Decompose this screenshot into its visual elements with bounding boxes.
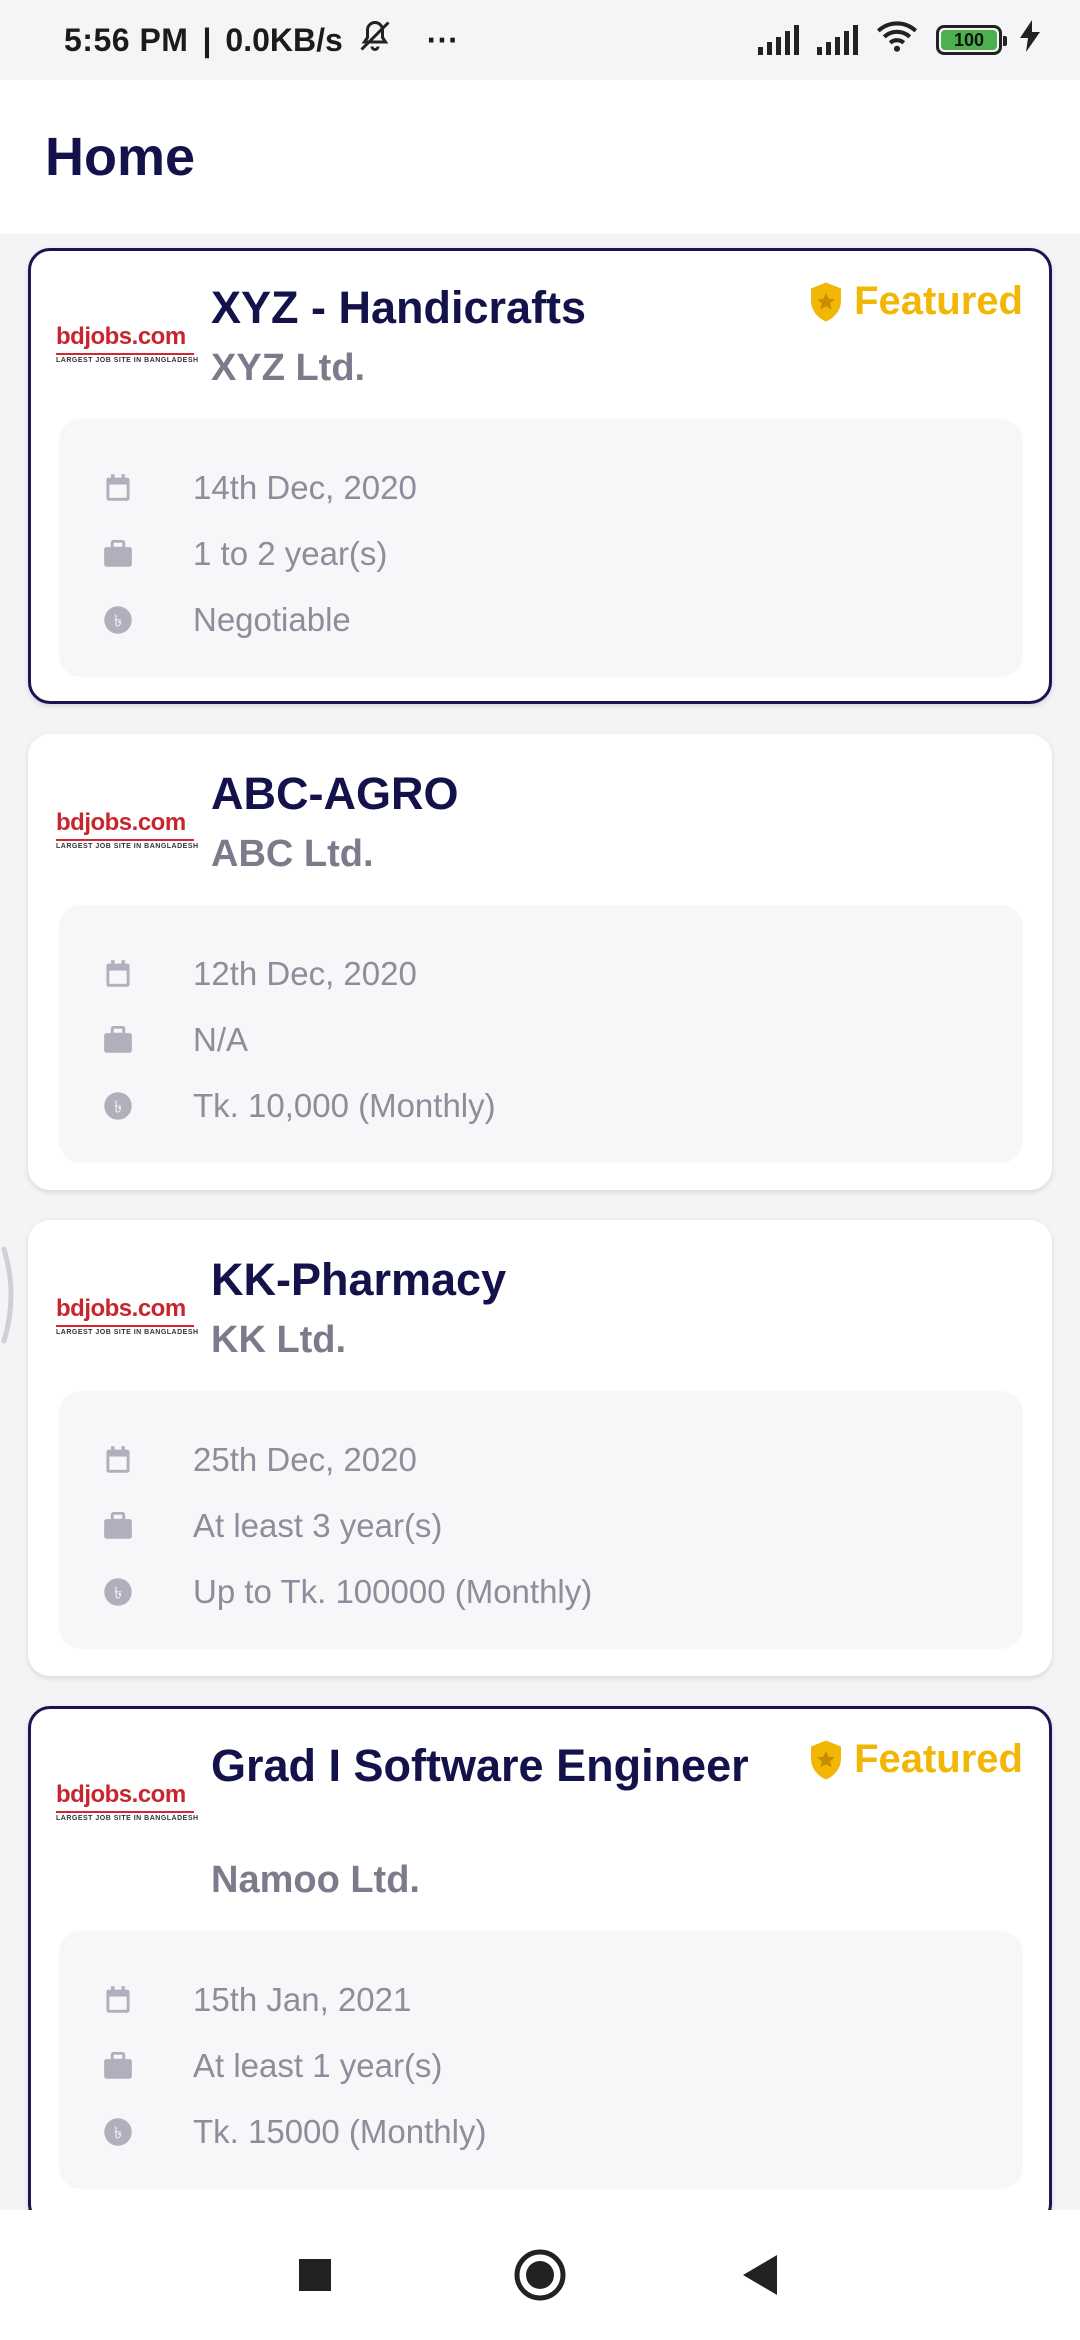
taka-coin-icon: ৳: [99, 1091, 137, 1121]
logo-wordmark: bdjobs.com: [56, 1295, 186, 1322]
deadline-text: 12th Dec, 2020: [193, 955, 417, 992]
battery-level: 100: [941, 30, 997, 50]
job-details: 14th Dec, 2020 1 to 2 year(s) ৳ Negotiab…: [59, 419, 1023, 677]
job-list[interactable]: bdjobs.com LARGEST JOB SITE IN BANGLADES…: [0, 234, 1080, 2210]
calendar-icon: [99, 1985, 137, 2015]
job-card[interactable]: bdjobs.com LARGEST JOB SITE IN BANGLADES…: [28, 734, 1052, 1190]
job-details: 12th Dec, 2020 N/A ৳ Tk. 10,000 (Monthly…: [59, 905, 1023, 1163]
job-details: 15th Jan, 2021 At least 1 year(s) ৳ Tk. …: [59, 1931, 1023, 2189]
recents-button[interactable]: [255, 2210, 375, 2340]
svg-text:৳: ৳: [114, 1583, 122, 1602]
logo-wordmark: bdjobs.com: [56, 323, 186, 350]
salary-text: Up to Tk. 100000 (Monthly): [193, 1573, 593, 1610]
company-logo: bdjobs.com LARGEST JOB SITE IN BANGLADES…: [56, 1295, 198, 1336]
svg-text:৳: ৳: [114, 1097, 122, 1116]
logo-tagline: LARGEST JOB SITE IN BANGLADESH: [56, 353, 198, 364]
svg-text:৳: ৳: [114, 611, 122, 630]
logo-wordmark: bdjobs.com: [56, 809, 186, 836]
job-title: KK-Pharmacy: [211, 1254, 507, 1305]
status-bar: 5:56 PM | 0.0KB/s ··· 100: [0, 0, 1080, 80]
logo-tagline: LARGEST JOB SITE IN BANGLADESH: [56, 1325, 198, 1336]
logo-tagline: LARGEST JOB SITE IN BANGLADESH: [56, 1811, 198, 1822]
shield-star-icon: [811, 282, 842, 321]
job-card[interactable]: bdjobs.com LARGEST JOB SITE IN BANGLADES…: [28, 248, 1052, 704]
company-logo: bdjobs.com LARGEST JOB SITE IN BANGLADES…: [56, 1781, 198, 1822]
page-title: Home: [45, 127, 196, 187]
shield-star-icon: [811, 1740, 842, 1779]
company-name: Namoo Ltd.: [211, 1859, 420, 1901]
status-network-speed: 0.0KB/s: [225, 21, 343, 58]
calendar-icon: [99, 959, 137, 989]
taka-coin-icon: ৳: [99, 1577, 137, 1607]
job-card[interactable]: bdjobs.com LARGEST JOB SITE IN BANGLADES…: [28, 1220, 1052, 1676]
experience-text: At least 3 year(s): [193, 1507, 443, 1544]
battery-icon: 100: [936, 25, 1007, 55]
deadline-row: 15th Jan, 2021: [99, 1967, 1023, 2033]
job-card[interactable]: bdjobs.com LARGEST JOB SITE IN BANGLADES…: [28, 1706, 1052, 2210]
salary-text: Tk. 15000 (Monthly): [193, 2113, 487, 2150]
company-name: ABC Ltd.: [211, 833, 374, 875]
triangle-back-icon: [743, 2255, 777, 2295]
job-title: ABC-AGRO: [211, 768, 459, 819]
experience-row: N/A: [99, 1007, 1023, 1073]
calendar-icon: [99, 473, 137, 503]
edge-swipe-handle[interactable]: [0, 1245, 20, 1345]
featured-badge: Featured: [808, 279, 1023, 324]
mute-icon: [357, 18, 393, 62]
cell-signal-2-icon: [817, 25, 858, 55]
briefcase-icon: [99, 2052, 137, 2080]
deadline-text: 15th Jan, 2021: [193, 1981, 412, 2018]
experience-text: 1 to 2 year(s): [193, 535, 388, 572]
salary-row: ৳ Tk. 15000 (Monthly): [99, 2099, 1023, 2165]
salary-row: ৳ Tk. 10,000 (Monthly): [99, 1073, 1023, 1139]
salary-text: Negotiable: [193, 601, 351, 638]
briefcase-icon: [99, 1512, 137, 1540]
calendar-icon: [99, 1445, 137, 1475]
logo-wordmark: bdjobs.com: [56, 1781, 186, 1808]
app-bar: Home: [0, 80, 1080, 234]
circle-icon: [514, 2249, 566, 2301]
company-name: KK Ltd.: [211, 1319, 347, 1361]
company-logo: bdjobs.com LARGEST JOB SITE IN BANGLADES…: [56, 809, 198, 850]
square-icon: [299, 2259, 331, 2291]
status-time: 5:56 PM: [64, 21, 189, 58]
salary-row: ৳ Negotiable: [99, 587, 1023, 653]
taka-coin-icon: ৳: [99, 2117, 137, 2147]
experience-text: At least 1 year(s): [193, 2047, 443, 2084]
briefcase-icon: [99, 1026, 137, 1054]
svg-text:৳: ৳: [114, 2123, 122, 2142]
deadline-row: 12th Dec, 2020: [99, 941, 1023, 1007]
taka-coin-icon: ৳: [99, 605, 137, 635]
salary-row: ৳ Up to Tk. 100000 (Monthly): [99, 1559, 1023, 1625]
cell-signal-icon: [758, 25, 799, 55]
charging-icon: [1020, 20, 1040, 60]
experience-text: N/A: [193, 1021, 249, 1058]
experience-row: 1 to 2 year(s): [99, 521, 1023, 587]
deadline-row: 14th Dec, 2020: [99, 455, 1023, 521]
wifi-icon: [876, 19, 918, 61]
more-notifications-icon: ···: [426, 21, 459, 58]
logo-tagline: LARGEST JOB SITE IN BANGLADESH: [56, 839, 198, 850]
featured-badge: Featured: [808, 1737, 1023, 1782]
home-button[interactable]: [480, 2210, 600, 2340]
briefcase-icon: [99, 540, 137, 568]
experience-row: At least 3 year(s): [99, 1493, 1023, 1559]
experience-row: At least 1 year(s): [99, 2033, 1023, 2099]
featured-label: Featured: [854, 279, 1023, 323]
deadline-text: 25th Dec, 2020: [193, 1441, 417, 1478]
job-title: Grad I Software Engineer: [211, 1740, 749, 1791]
salary-text: Tk. 10,000 (Monthly): [193, 1087, 496, 1124]
deadline-text: 14th Dec, 2020: [193, 469, 417, 506]
deadline-row: 25th Dec, 2020: [99, 1427, 1023, 1493]
company-name: XYZ Ltd.: [211, 347, 366, 389]
back-button[interactable]: [700, 2210, 820, 2340]
featured-label: Featured: [854, 1737, 1023, 1781]
job-title: XYZ - Handicrafts: [211, 282, 587, 333]
status-separator: |: [202, 21, 212, 58]
job-details: 25th Dec, 2020 At least 3 year(s) ৳ Up t…: [59, 1391, 1023, 1649]
company-logo: bdjobs.com LARGEST JOB SITE IN BANGLADES…: [56, 323, 198, 364]
